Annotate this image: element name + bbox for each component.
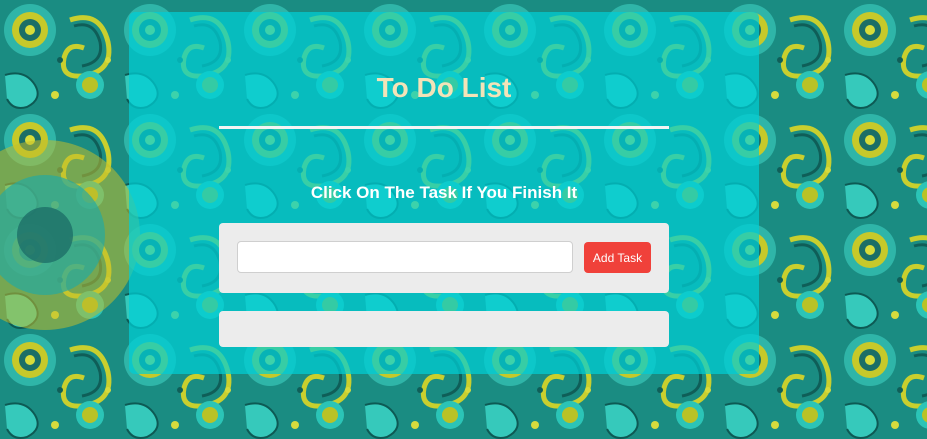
page-title: To Do List: [376, 72, 512, 103]
title-divider: [219, 126, 669, 129]
add-task-button[interactable]: Add Task: [584, 242, 651, 273]
add-task-form: Add Task: [219, 223, 669, 293]
instruction-text: Click On The Task If You Finish It: [310, 183, 578, 202]
task-input[interactable]: [237, 241, 573, 273]
task-list: [219, 311, 669, 347]
